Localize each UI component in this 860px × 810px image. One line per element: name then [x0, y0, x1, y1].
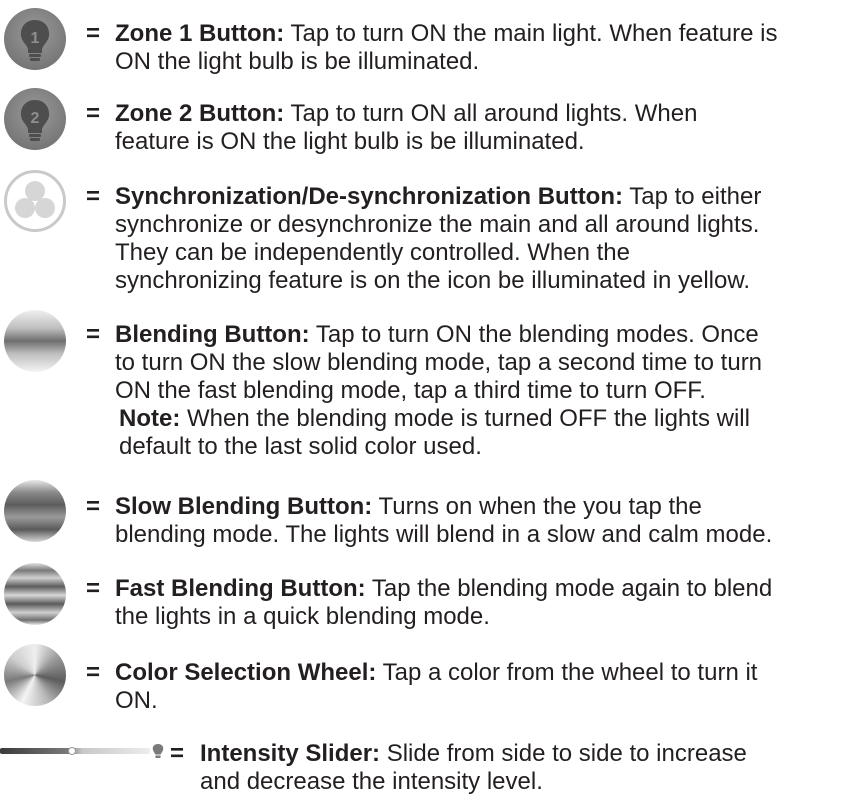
item-text-line: the lights in a quick blending mode.: [115, 603, 490, 630]
item-text-line: blending mode. The lights will blend in …: [115, 521, 773, 548]
equals-sign: =: [170, 740, 185, 767]
item-text-line: Slide from side to side to increase: [380, 740, 747, 767]
equals-sign: =: [86, 575, 101, 602]
item-description: Zone 1 Button: Tap to turn ON the main l…: [115, 20, 777, 76]
item-text-line: ON.: [115, 687, 158, 714]
item-text-line: to turn ON the slow blending mode, tap a…: [115, 349, 763, 376]
item-text-line: Tap to turn ON the main light. When feat…: [284, 20, 778, 47]
svg-text:2: 2: [31, 110, 40, 127]
equals-sign: =: [86, 321, 101, 348]
item-title: Synchronization/De-synchronization Butto…: [115, 183, 623, 210]
fast-blending-icon: [4, 563, 66, 625]
item-text-line: ON the fast blending mode, tap a third t…: [115, 377, 706, 404]
item-text-line: synchronizing feature is on the icon be …: [115, 267, 751, 294]
item-text-line: synchronize or desynchronize the main an…: [115, 211, 760, 238]
item-title: Zone 2 Button:: [115, 100, 285, 127]
item-text-line: Tap to turn ON the blending modes. Once: [309, 321, 759, 348]
item-description: Synchronization/De-synchronization Butto…: [115, 183, 761, 295]
item-description: Zone 2 Button: Tap to turn ON all around…: [115, 100, 697, 156]
equals-sign: =: [86, 100, 101, 127]
equals-sign: =: [86, 493, 101, 520]
intensity-slider-icon: [0, 742, 165, 760]
item-title: Slow Blending Button:: [115, 493, 373, 520]
item-description: Fast Blending Button: Tap the blending m…: [115, 575, 772, 631]
item-description: Intensity Slider: Slide from side to sid…: [200, 740, 747, 796]
zone-2-bulb-icon: 2: [4, 88, 66, 150]
item-description: Slow Blending Button: Turns on when the …: [115, 493, 772, 549]
item-text-line: ON the light bulb is be illuminated.: [115, 48, 480, 75]
svg-text:1: 1: [31, 30, 40, 47]
item-title: Intensity Slider:: [200, 740, 381, 767]
item-text-line: Tap a color from the wheel to turn it: [376, 659, 758, 686]
equals-sign: =: [86, 183, 101, 210]
item-title: Fast Blending Button:: [115, 575, 366, 602]
item-title: Zone 1 Button:: [115, 20, 285, 47]
item-title: Color Selection Wheel:: [115, 659, 377, 686]
item-description: Color Selection Wheel: Tap a color from …: [115, 659, 757, 715]
note-text-line: When the blending mode is turned OFF the…: [180, 405, 750, 432]
color-wheel-icon: [4, 644, 66, 706]
note-label: Note:: [119, 405, 181, 432]
item-text-line: Tap to turn ON all around lights. When: [284, 100, 698, 127]
zone-1-bulb-icon: 1: [4, 8, 66, 70]
note-text-line: default to the last solid color used.: [119, 433, 482, 460]
equals-sign: =: [86, 20, 101, 47]
equals-sign: =: [86, 659, 101, 686]
item-text-line: and decrease the intensity level.: [200, 768, 543, 795]
item-title: Blending Button:: [115, 321, 310, 348]
item-text-line: Tap to either: [623, 183, 762, 210]
slow-blending-icon: [4, 480, 66, 542]
blending-icon: [4, 310, 66, 372]
item-description: Blending Button: Tap to turn ON the blen…: [115, 321, 762, 461]
item-text-line: Tap the blending mode again to blend: [365, 575, 773, 602]
item-text-line: feature is ON the light bulb is be illum…: [115, 128, 585, 155]
item-text-line: They can be independently controlled. Wh…: [115, 239, 631, 266]
sync-icon: [4, 170, 66, 232]
item-text-line: Turns on when the you tap the: [372, 493, 702, 520]
